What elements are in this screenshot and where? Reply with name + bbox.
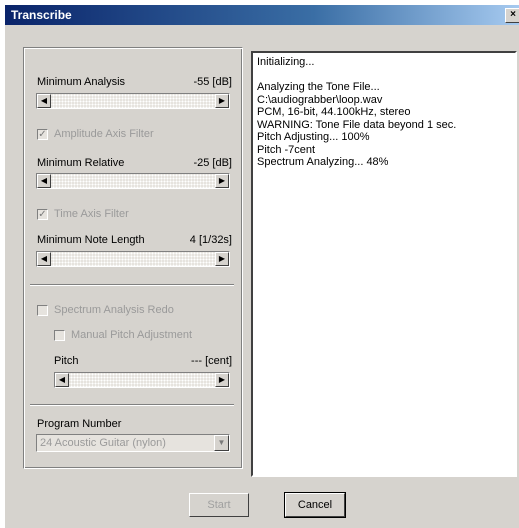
- program-number-label: Program Number: [37, 418, 122, 430]
- program-number-select[interactable]: 24 Acoustic Guitar (nylon) ▼: [36, 434, 230, 452]
- log-line: Pitch -7cent: [257, 143, 316, 156]
- program-number-row: Program Number: [37, 418, 232, 432]
- min-relative-label: Minimum Relative: [37, 157, 125, 169]
- pitch-value: --- [cent]: [191, 355, 232, 367]
- pitch-label: Pitch: [54, 355, 79, 367]
- min-note-length-row: Minimum Note Length 4 [1/32s]: [37, 234, 232, 248]
- program-number-value: 24 Acoustic Guitar (nylon): [40, 437, 166, 449]
- scroll-left-icon[interactable]: ◀: [37, 252, 51, 266]
- settings-panel: Minimum Analysis -55 [dB] ◀ ▶ ✓ Amplitud…: [23, 47, 243, 469]
- close-button[interactable]: ×: [505, 8, 519, 23]
- min-analysis-value: -55 [dB]: [193, 76, 232, 88]
- scroll-left-icon[interactable]: ◀: [55, 373, 69, 387]
- log-line: Pitch Adjusting... 100%: [257, 131, 370, 143]
- start-button[interactable]: Start: [189, 493, 249, 517]
- min-relative-row: Minimum Relative -25 [dB]: [37, 157, 232, 171]
- manual-pitch-adjustment-label: Manual Pitch Adjustment: [71, 329, 193, 341]
- chevron-down-icon[interactable]: ▼: [214, 435, 229, 451]
- time-axis-filter-label: Time Axis Filter: [54, 208, 129, 220]
- scroll-right-icon[interactable]: ▶: [215, 252, 229, 266]
- min-note-length-label: Minimum Note Length: [37, 234, 145, 246]
- scroll-right-icon[interactable]: ▶: [215, 174, 229, 188]
- window-title: Transcribe: [11, 8, 72, 22]
- min-analysis-slider[interactable]: ◀ ▶: [36, 93, 230, 109]
- checkmark-icon: ✓: [37, 209, 48, 220]
- divider: [30, 404, 234, 406]
- scroll-left-icon[interactable]: ◀: [37, 174, 51, 188]
- log-line: WARNING: Tone File data beyond 1 sec.: [257, 118, 457, 131]
- transcribe-window: Transcribe × Minimum Analysis -55 [dB] ◀…: [4, 4, 519, 528]
- spectrum-analysis-redo-label: Spectrum Analysis Redo: [54, 304, 174, 316]
- log-line: Initializing...: [257, 56, 315, 68]
- progress-log: Initializing... Analyzing the Tone File..…: [251, 51, 517, 477]
- amplitude-axis-filter-label: Amplitude Axis Filter: [54, 128, 154, 140]
- min-note-length-value: 4 [1/32s]: [189, 234, 232, 246]
- log-line: Spectrum Analyzing... 48%: [257, 156, 389, 168]
- log-line: PCM, 16-bit, 44.100kHz, stereo: [257, 106, 411, 118]
- scroll-right-icon[interactable]: ▶: [215, 94, 229, 108]
- log-line: Analyzing the Tone File...: [257, 81, 380, 93]
- min-relative-slider[interactable]: ◀ ▶: [36, 173, 230, 189]
- divider: [30, 284, 234, 286]
- min-note-length-slider[interactable]: ◀ ▶: [36, 251, 230, 267]
- cancel-button[interactable]: Cancel: [284, 492, 346, 518]
- checkmark-icon: ✓: [37, 129, 48, 140]
- scroll-left-icon[interactable]: ◀: [37, 94, 51, 108]
- pitch-slider[interactable]: ◀ ▶: [54, 372, 230, 388]
- checkbox-box: [54, 330, 65, 341]
- min-analysis-row: Minimum Analysis -55 [dB]: [37, 76, 232, 90]
- log-line: C:\audiograbber\loop.wav: [257, 93, 383, 106]
- pitch-row: Pitch --- [cent]: [54, 355, 232, 369]
- title-bar[interactable]: Transcribe ×: [5, 5, 519, 25]
- checkbox-box: [37, 305, 48, 316]
- min-relative-value: -25 [dB]: [193, 157, 232, 169]
- scroll-right-icon[interactable]: ▶: [215, 373, 229, 387]
- min-analysis-label: Minimum Analysis: [37, 76, 126, 88]
